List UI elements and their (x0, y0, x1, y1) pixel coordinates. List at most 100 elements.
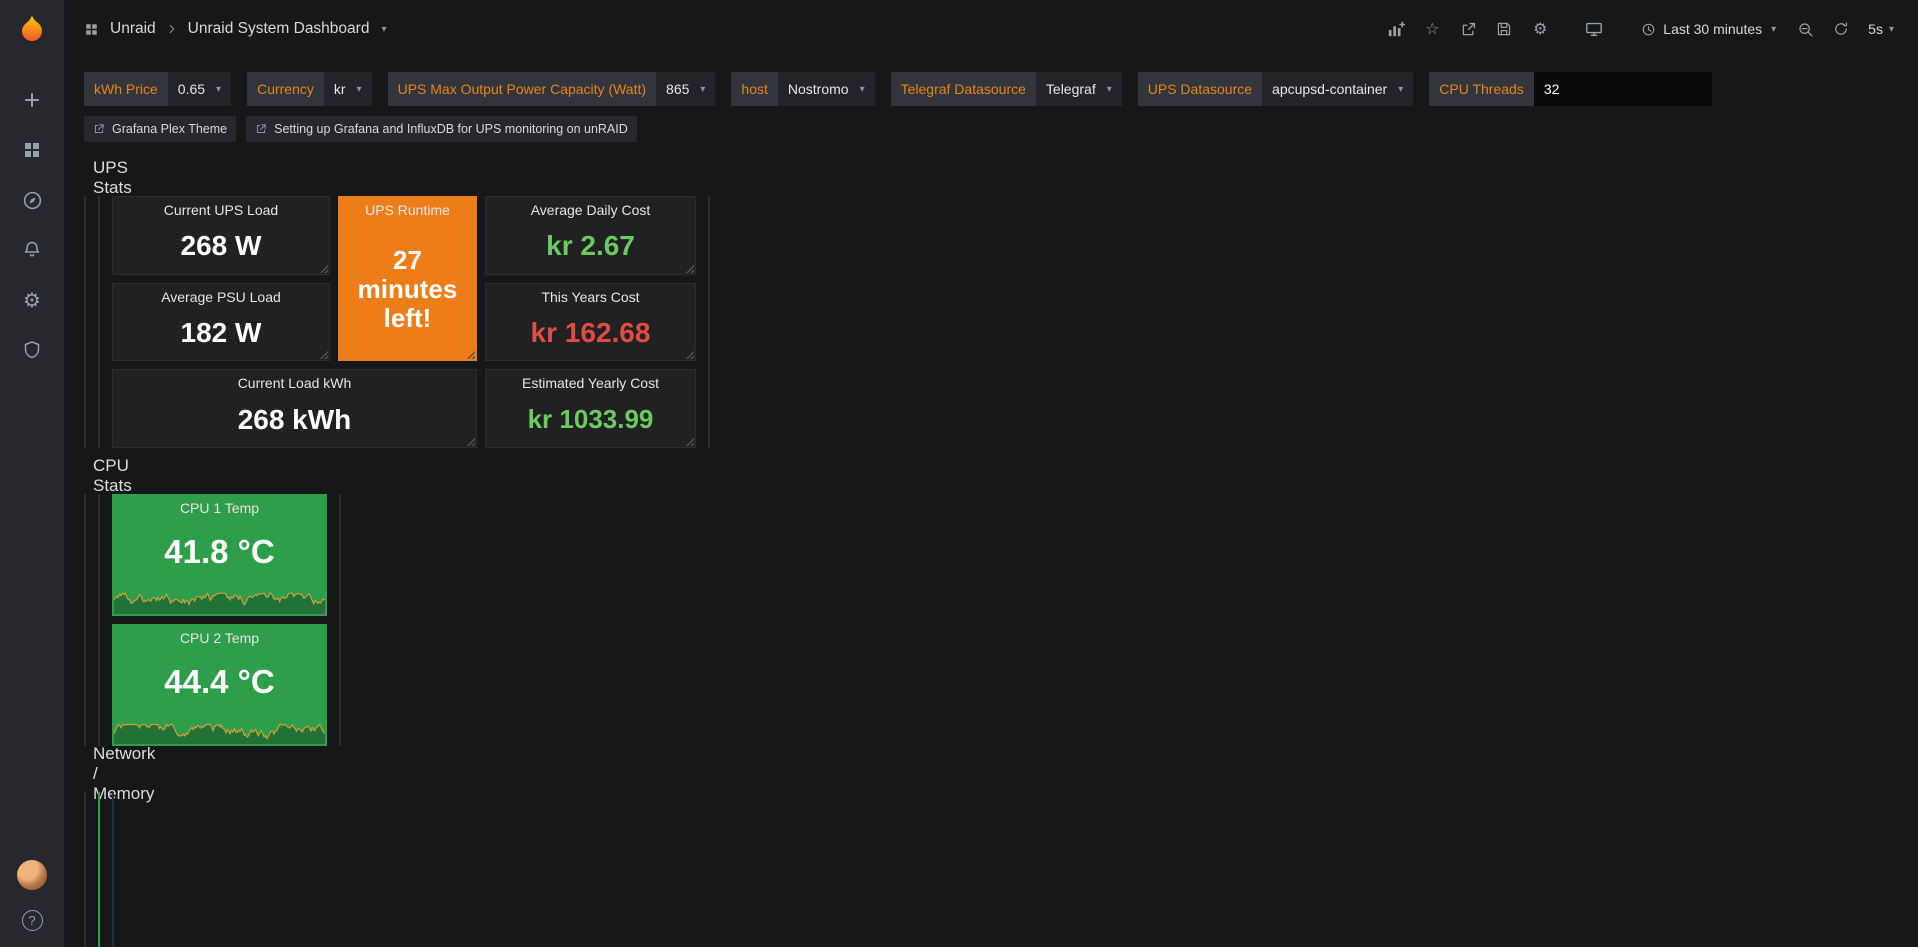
stat-value: 27 minutes left! (339, 246, 476, 333)
variable-label: UPS Datasource (1138, 72, 1262, 106)
zoom-out-icon[interactable] (1790, 14, 1820, 44)
graph-area: 6.0 MBs4.0 MBs2.0 MBs (85, 819, 86, 947)
panel-title[interactable]: UPS Battery Charge (98, 202, 100, 218)
graph-area: 100%50%0% (85, 521, 86, 653)
time-range-picker[interactable]: Last 30 minutes ▾ (1633, 21, 1784, 37)
panel-title[interactable]: Network (84, 798, 86, 814)
breadcrumb-folder[interactable]: Unraid (110, 20, 156, 38)
panel-current-ups-load: Current UPS Load 268 W (112, 196, 330, 275)
panel-resize-handle[interactable] (685, 350, 694, 359)
stat-value: 41.8 °C (164, 533, 274, 571)
refresh-icon[interactable] (1826, 14, 1856, 44)
legend: max avg current▾ CPU Total 38% 17% 19% U… (99, 671, 100, 745)
user-avatar[interactable] (17, 860, 47, 890)
create-plus-icon[interactable] (20, 88, 44, 112)
panel-this-years-cost: This Years Cost kr 162.68 (485, 283, 696, 362)
panel-title[interactable]: CPU 2 (339, 500, 341, 516)
panel-title[interactable]: Current UPS Load (164, 202, 278, 218)
panel-average-psu-load: Average PSU Load 182 W (112, 283, 330, 362)
legend: UPS Load Min: 17% Max: 32% Avg: 20% Watt… (85, 427, 86, 447)
star-icon[interactable]: ☆ (1417, 14, 1447, 44)
variable-value-dropdown[interactable]: 865▾ (656, 72, 715, 106)
panel-cpu1-temp: CPU 1 Temp 41.8 °C (112, 494, 327, 616)
panel-title[interactable]: Average PSU Load (161, 289, 281, 305)
panel-title[interactable]: CPU 1 Temp (180, 500, 259, 516)
share-icon[interactable] (1453, 14, 1483, 44)
refresh-interval-caret-icon: ▾ (1889, 24, 1894, 35)
panel-title[interactable]: UPS Runtime (365, 202, 450, 218)
grafana-logo[interactable] (16, 12, 48, 44)
cpu-threads-input[interactable] (1534, 72, 1712, 106)
panel-resize-handle[interactable] (685, 437, 694, 446)
link-ups-monitoring-guide[interactable]: Setting up Grafana and InfluxDB for UPS … (246, 116, 637, 142)
dashboard-title-caret-icon[interactable]: ▾ (381, 24, 386, 35)
panel-estimated-yearly-cost: Estimated Yearly Cost kr 1033.99 (485, 369, 696, 448)
row-title: Network / Memory (93, 744, 155, 804)
panel-resize-handle[interactable] (316, 735, 325, 744)
apps-grid-icon[interactable] (82, 20, 100, 38)
refresh-interval-label: 5s (1868, 21, 1883, 37)
panel-title[interactable]: UPS Load vs Time left (708, 202, 710, 218)
panel-cpu2-temp: CPU 2 Temp 44.4 °C (112, 624, 327, 746)
caret-down-icon: ▾ (357, 84, 362, 95)
breadcrumb-separator-icon (166, 23, 178, 35)
time-range-label: Last 30 minutes (1663, 21, 1762, 37)
configuration-gear-icon[interactable]: ⚙ (20, 288, 44, 312)
help-icon[interactable]: ? (22, 910, 43, 931)
variable-value-dropdown[interactable]: apcupsd-container▾ (1262, 72, 1413, 106)
dashboard-settings-gear-icon[interactable]: ⚙ (1525, 14, 1555, 44)
variable-value-dropdown[interactable]: kr▾ (324, 72, 372, 106)
cycle-view-monitor-icon[interactable] (1579, 14, 1609, 44)
stat-value: kr 2.67 (546, 230, 635, 262)
variable-ups-max-output[interactable]: UPS Max Output Power Capacity (Watt) 865… (388, 72, 716, 106)
panel-resize-handle[interactable] (319, 350, 328, 359)
link-grafana-plex-theme[interactable]: Grafana Plex Theme (84, 116, 236, 142)
panel-title[interactable]: Uptime (98, 798, 100, 814)
panel-title[interactable]: This Years Cost (541, 289, 639, 305)
panel-title[interactable]: CPU package (98, 500, 100, 516)
panel-title[interactable]: CPU 1 (84, 500, 86, 516)
row-title: UPS Stats (93, 158, 132, 198)
dashboards-icon[interactable] (20, 138, 44, 162)
caret-down-icon: ▾ (1107, 84, 1112, 95)
panel-ups-runtime: UPS Runtime 27 minutes left! (338, 196, 477, 361)
panel-title[interactable]: Estimated Yearly Cost (522, 375, 659, 391)
graph-area: 350 W300 W250 W200 W 35 min30 min25 min2… (709, 223, 710, 429)
refresh-interval-picker[interactable]: 5s ▾ (1862, 21, 1900, 37)
sidebar-bottom: ? (17, 860, 47, 931)
panel-title[interactable]: Current Load kWh (238, 375, 352, 391)
panel-title[interactable]: Memory (112, 798, 114, 814)
server-admin-shield-icon[interactable] (20, 338, 44, 362)
variable-currency[interactable]: Currency kr▾ (247, 72, 372, 106)
variable-kwh-price[interactable]: kWh Price 0.65▾ (84, 72, 231, 106)
stat-value: kr 162.68 (531, 317, 651, 349)
stat-value: 268 kWh (238, 404, 352, 436)
variable-ups-datasource[interactable]: UPS Datasource apcupsd-container▾ (1138, 72, 1414, 106)
add-panel-icon[interactable] (1381, 14, 1411, 44)
caret-down-icon: ▾ (700, 84, 705, 95)
sparkline (114, 718, 325, 744)
variable-value-dropdown[interactable]: Telegraf▾ (1036, 72, 1122, 106)
panel-title[interactable]: CPU 2 Temp (180, 630, 259, 646)
variable-value-dropdown[interactable]: 0.65▾ (168, 72, 231, 106)
variable-host[interactable]: host Nostromo▾ (731, 72, 874, 106)
panel-resize-handle[interactable] (319, 264, 328, 273)
panel-resize-handle[interactable] (466, 350, 475, 359)
explore-compass-icon[interactable] (20, 188, 44, 212)
variable-telegraf-datasource[interactable]: Telegraf Datasource Telegraf▾ (891, 72, 1122, 106)
legend: avg current▾ Core 7 21% 37% Core 2 19% 2… (85, 671, 86, 745)
alerting-bell-icon[interactable] (20, 238, 44, 262)
dashboard-links: Grafana Plex Theme Setting up Grafana an… (84, 116, 1898, 142)
sidebar: ⚙ ? (0, 0, 64, 947)
variable-label: Currency (247, 72, 324, 106)
panel-resize-handle[interactable] (685, 264, 694, 273)
panel-resize-handle[interactable] (466, 437, 475, 446)
panel-title[interactable]: UPS Load % (84, 202, 86, 218)
panel-resize-handle[interactable] (316, 605, 325, 614)
variable-cpu-threads: CPU Threads (1429, 72, 1712, 106)
panel-title[interactable]: Average Daily Cost (531, 202, 651, 218)
panel-cpu1: CPU 1 Last 30 minutes 100%50%0% 19:5019:… (84, 494, 86, 746)
save-icon[interactable] (1489, 14, 1519, 44)
dashboard-title[interactable]: Unraid System Dashboard (188, 20, 370, 38)
variable-value-dropdown[interactable]: Nostromo▾ (778, 72, 875, 106)
